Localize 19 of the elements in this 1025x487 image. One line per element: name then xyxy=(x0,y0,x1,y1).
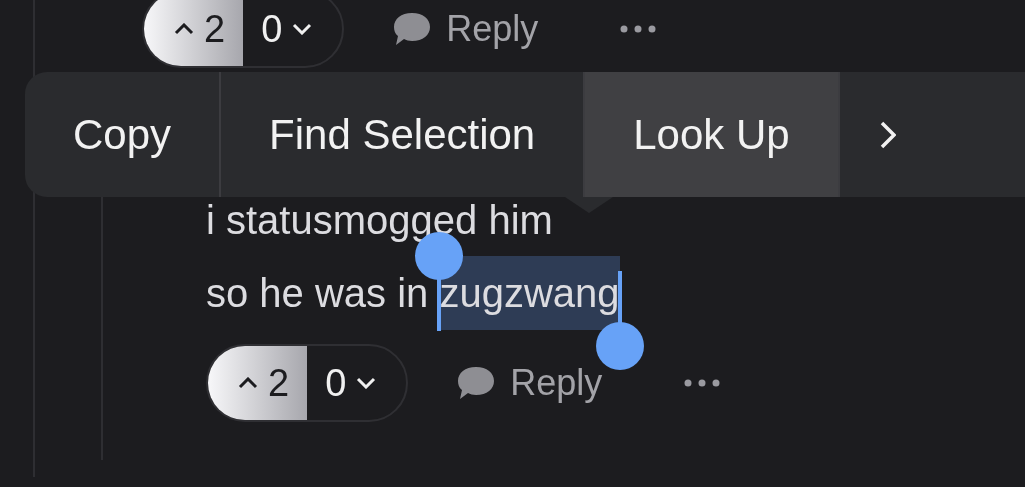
comment-text: i statusmogged him xyxy=(206,197,553,244)
downvote-button[interactable]: 0 xyxy=(243,0,343,66)
caret-down-icon xyxy=(356,377,377,389)
upvote-button[interactable]: 2 xyxy=(208,346,308,420)
reply-button[interactable]: Reply xyxy=(392,8,539,50)
menu-item[interactable]: Copy xyxy=(25,72,222,197)
menu-item[interactable]: Look Up xyxy=(585,72,840,197)
chevron-right-icon xyxy=(879,120,896,149)
caret-up-icon xyxy=(174,23,194,35)
upvote-button[interactable]: 2 xyxy=(144,0,244,66)
comment-text: so he was in xyxy=(206,270,430,317)
speech-bubble-icon xyxy=(392,11,433,47)
caret-down-icon xyxy=(292,23,313,35)
caret-up-icon xyxy=(238,377,258,389)
reply-button[interactable]: Reply xyxy=(456,362,603,404)
downvote-button[interactable]: 0 xyxy=(307,346,407,420)
speech-bubble-icon xyxy=(456,365,497,401)
more-icon[interactable] xyxy=(684,379,721,387)
more-icon[interactable] xyxy=(620,25,657,33)
